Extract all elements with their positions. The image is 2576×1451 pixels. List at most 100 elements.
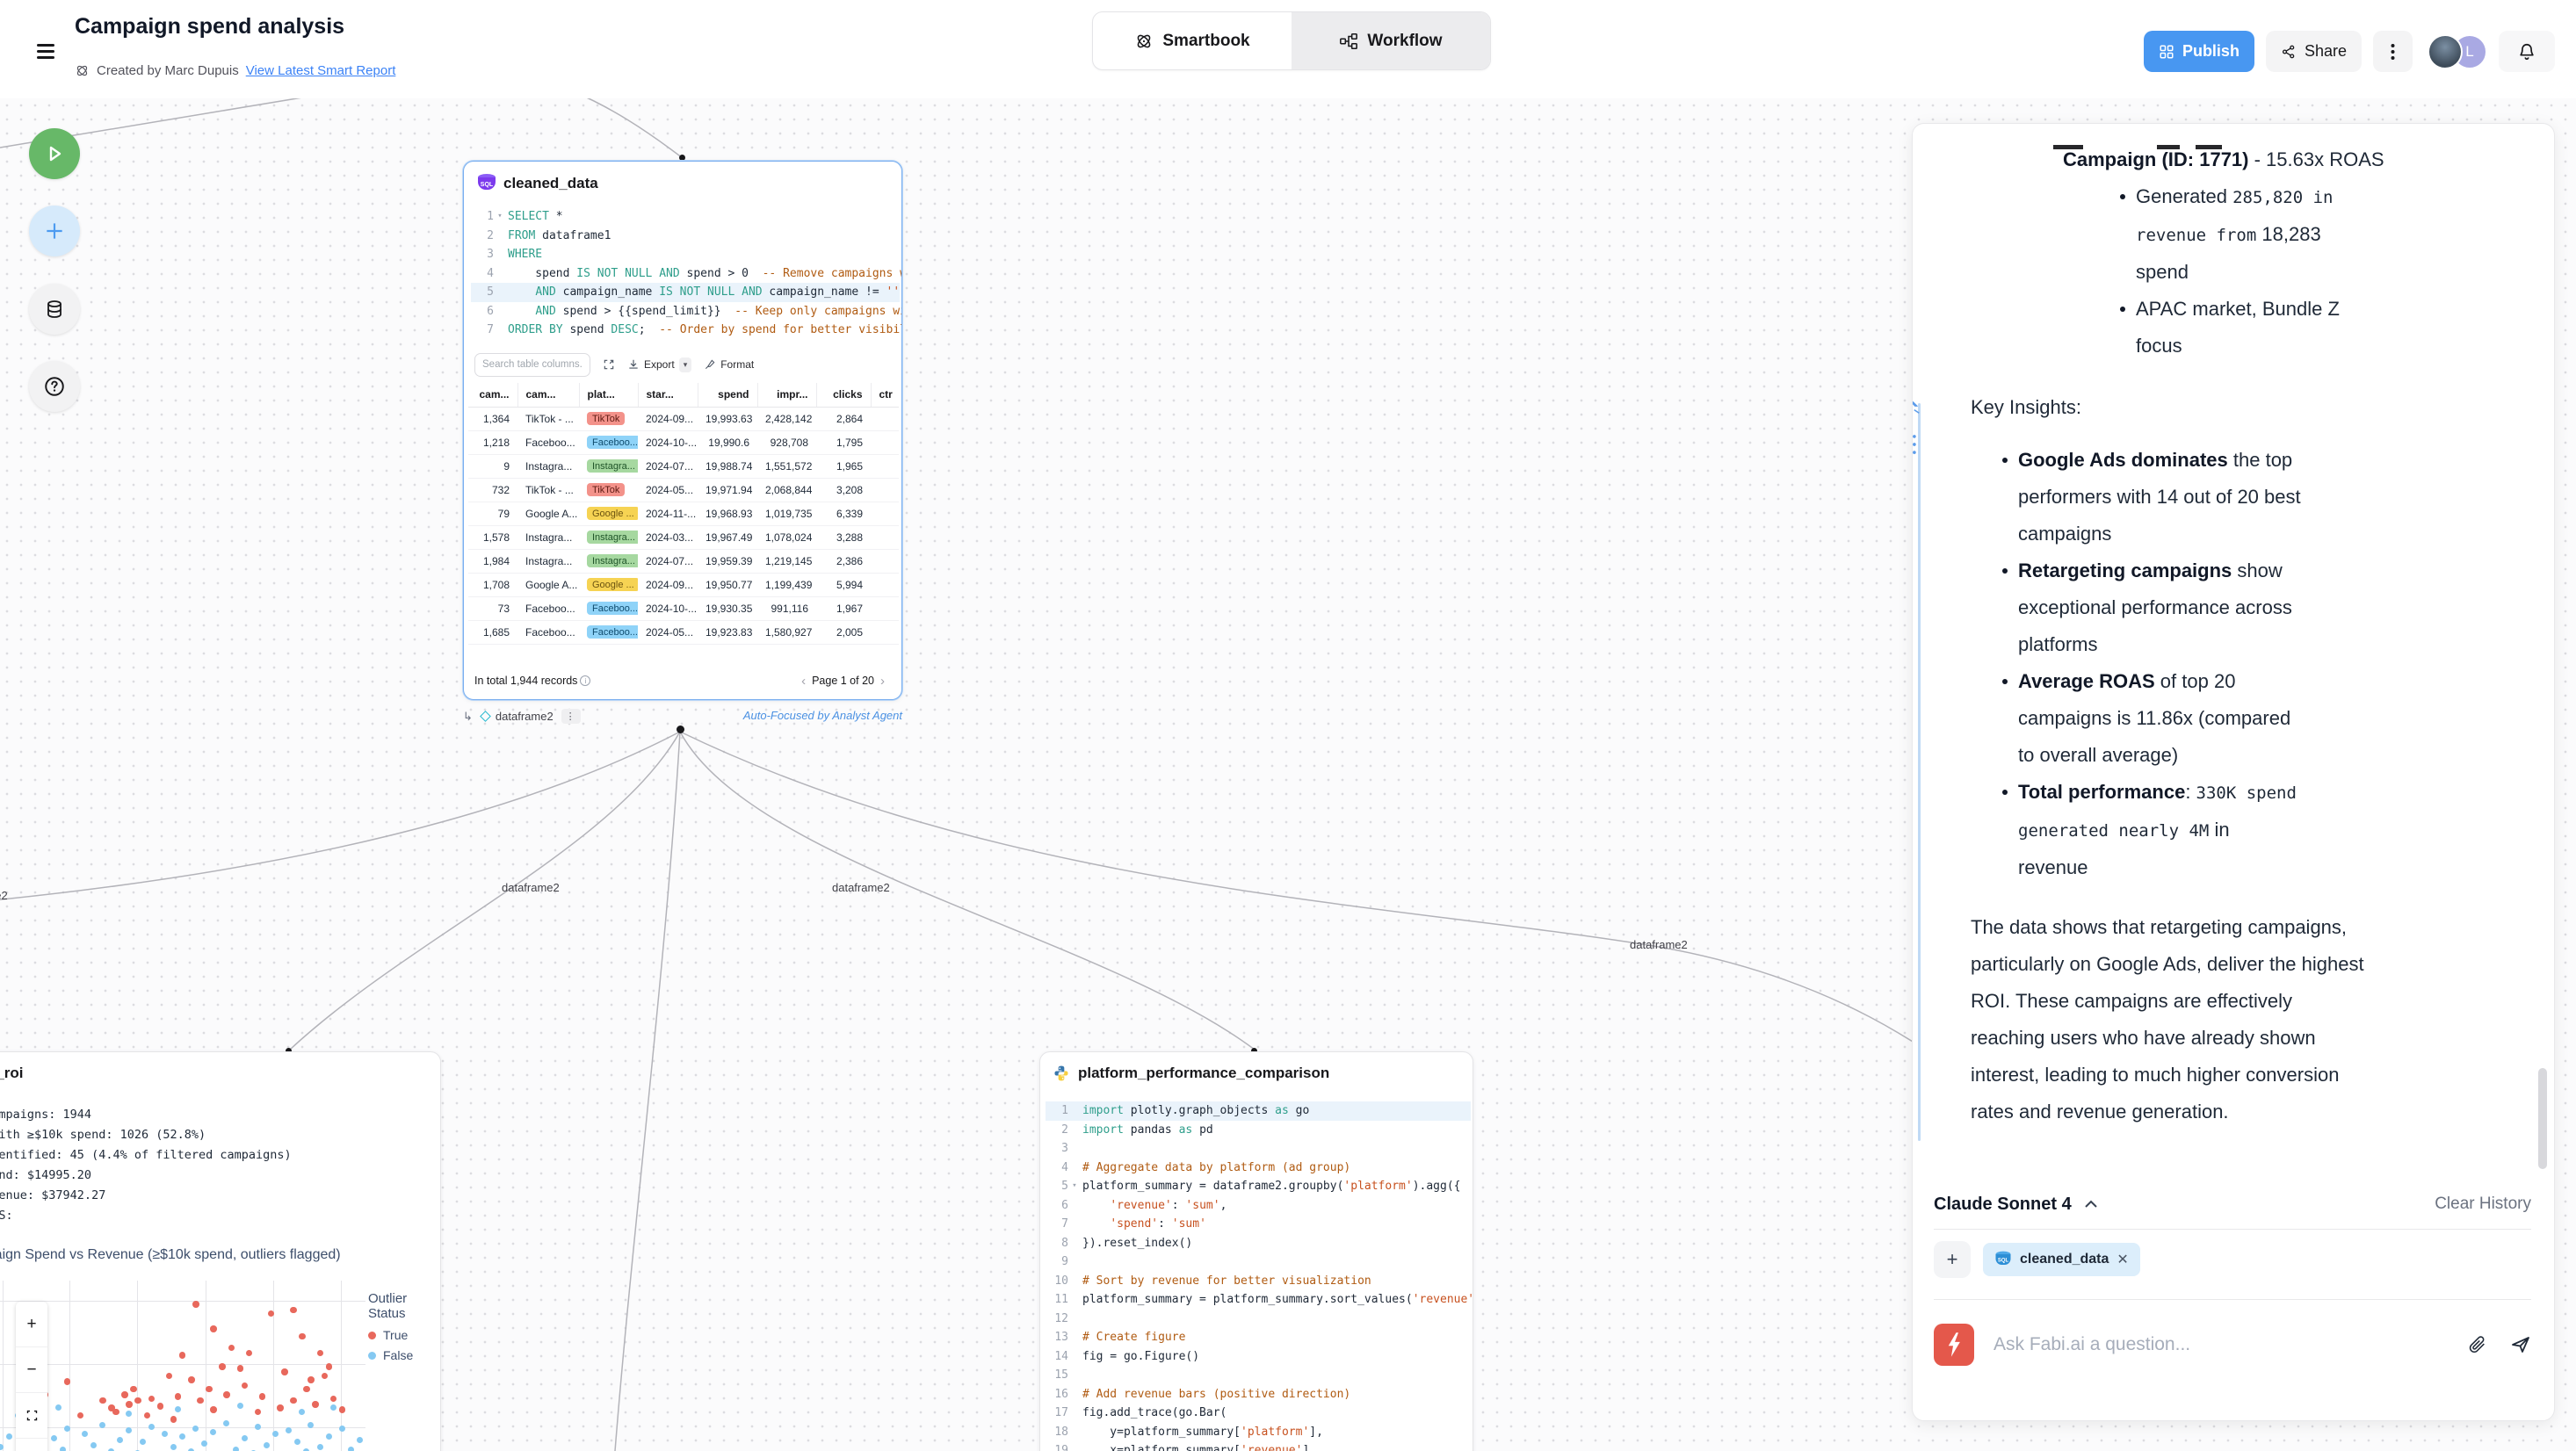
next-page-button[interactable]: › [874,674,891,689]
code-line[interactable]: 7 ORDER BY spend DESC; -- Order by spend… [471,321,900,340]
sql-node-cleaned-data[interactable]: SQL cleaned_data 1▾SELECT *2 FROM datafr… [463,161,902,700]
edge-label[interactable]: dataframe2 [1630,938,1688,951]
share-button[interactable]: Share [2266,31,2362,72]
legend-false-label[interactable]: False [383,1348,413,1362]
code-line[interactable]: 6 AND spend > {{spend_limit}} -- Keep on… [471,302,900,321]
code-line[interactable]: 13 # Create figure [1046,1328,1471,1347]
run-button[interactable] [29,128,80,179]
table-row[interactable]: 1,364TikTok - ...TikTok2024-09...19,993.… [468,407,899,430]
table-row[interactable]: 1,984Instagra...Instagra...2024-07...19,… [468,549,899,573]
tab-workflow[interactable]: Workflow [1292,12,1490,69]
menu-button[interactable] [37,44,54,62]
code-line[interactable]: 8 }).reset_index() [1046,1234,1471,1253]
code-line[interactable]: 2 FROM dataframe1 [471,227,900,246]
node-output-handle[interactable] [677,726,684,733]
clear-history-button[interactable]: Clear History [2435,1195,2531,1214]
code-line[interactable]: 1▾SELECT * [471,207,900,227]
code-line[interactable]: 6 'revenue': 'sum', [1046,1196,1471,1216]
drag-handle-icon[interactable] [1912,433,1918,456]
table-row[interactable]: 1,708Google A...Google ...2024-09...19,9… [468,573,899,596]
info-icon[interactable]: i [580,675,590,686]
zoom-in-button[interactable]: + [16,1302,47,1347]
code-line[interactable]: 1 import plotly.graph_objects as go [1046,1101,1471,1121]
tab-smartbook[interactable]: Smartbook [1093,12,1292,69]
code-line[interactable]: 2 import pandas as pd [1046,1121,1471,1140]
avatar-photo[interactable] [2428,34,2463,69]
code-line[interactable]: 7 'spend': 'sum' [1046,1215,1471,1234]
send-icon[interactable] [2510,1334,2531,1355]
code-line[interactable]: 15 [1046,1366,1471,1385]
dataframe-ref-menu[interactable]: ⋮ [561,709,581,724]
column-header[interactable]: star... [638,383,698,407]
table-row[interactable]: 1,578Instagra...Instagra...2024-03...19,… [468,525,899,549]
edge-label[interactable]: dataframe2 [0,889,8,902]
dataframe-ref-label[interactable]: dataframe2 [496,710,554,723]
code-line[interactable]: 19 x=platform_summary['revenue'], [1046,1441,1471,1451]
fit-view-button[interactable] [16,1393,47,1439]
panel-scrollbar[interactable] [2538,1068,2547,1169]
roi-scatter-plot[interactable]: Outlier Status True False [0,1281,441,1451]
add-context-button[interactable]: + [1934,1241,1971,1278]
code-line[interactable]: 5 AND campaign_name IS NOT NULL AND camp… [471,283,900,302]
python-node-platform-performance[interactable]: platform_performance_comparison 1 import… [1039,1051,1473,1451]
sql-code-editor[interactable]: 1▾SELECT *2 FROM dataframe13 WHERE4 spen… [471,207,900,340]
data-sources-button[interactable] [29,284,80,335]
export-button[interactable]: Export ▾ [627,357,691,372]
table-row[interactable]: 732TikTok - ...TikTok2024-05...19,971.94… [468,478,899,502]
code-line[interactable]: 10 # Sort by revenue for better visualiz… [1046,1272,1471,1291]
help-button[interactable] [29,361,80,412]
code-line[interactable]: 12 [1046,1310,1471,1329]
prev-page-button[interactable]: ‹ [795,674,812,689]
table-row[interactable]: 73Faceboo...Faceboo...2024-10-...19,930.… [468,596,899,620]
model-selector[interactable]: Claude Sonnet 4 [1934,1195,2098,1215]
export-options-chevron[interactable]: ▾ [679,357,692,372]
view-latest-smart-report-link[interactable]: View Latest Smart Report [246,63,396,78]
edge-label[interactable]: dataframe2 [832,881,890,894]
code-line[interactable]: 9 [1046,1252,1471,1272]
column-header[interactable]: cam... [517,383,579,407]
results-table[interactable]: cam...cam...plat...star...spendimpr...cl… [468,383,899,645]
code-line[interactable]: 3 [1046,1139,1471,1159]
expand-table-icon[interactable] [603,358,615,371]
table-row[interactable]: 1,685Faceboo...Faceboo...2024-05...19,92… [468,620,899,644]
column-header[interactable]: plat... [579,383,638,407]
more-options-button[interactable] [2373,31,2413,72]
publish-button[interactable]: Publish [2144,31,2254,72]
ask-question-input[interactable] [1994,1334,2449,1355]
lock-button[interactable] [16,1439,47,1451]
code-line[interactable]: 5▾platform_summary = dataframe2.groupby(… [1046,1177,1471,1196]
assistant-message: Campaign (ID: 1771) - 15.63x ROAS Genera… [1971,141,2445,1130]
table-row[interactable]: 9Instagra...Instagra...2024-07...19,988.… [468,454,899,478]
search-table-columns-input[interactable] [474,353,590,377]
code-line[interactable]: 11 platform_summary = platform_summary.s… [1046,1290,1471,1310]
column-header[interactable]: impr... [757,383,816,407]
node-input-handle[interactable] [679,155,685,161]
notifications-button[interactable] [2499,31,2555,72]
column-header[interactable]: clicks [816,383,871,407]
code-line[interactable]: 4 # Aggregate data by platform (ad group… [1046,1159,1471,1178]
roi-node-campaign-roi[interactable]: campaign_roi Filtered campaigns: 1944Cam… [0,1051,441,1451]
python-code-editor[interactable]: 1 import plotly.graph_objects as go2 imp… [1046,1101,1471,1451]
format-button[interactable]: Format [704,358,754,371]
code-line[interactable]: 18 y=platform_summary['platform'], [1046,1423,1471,1442]
legend-true-label[interactable]: True [383,1328,408,1342]
code-line[interactable]: 14 fig = go.Figure() [1046,1347,1471,1367]
remove-chip-icon[interactable]: ✕ [2117,1251,2128,1268]
attachment-icon[interactable] [2468,1334,2487,1355]
code-line[interactable]: 17 fig.add_trace(go.Bar( [1046,1404,1471,1423]
canvas-controls[interactable]: + − [16,1302,47,1451]
zoom-out-button[interactable]: − [16,1347,47,1393]
table-row[interactable]: 79Google A...Google ...2024-11-...19,968… [468,502,899,525]
column-header[interactable]: ctr [871,383,899,407]
edge-label[interactable]: dataframe2 [502,881,560,894]
pin-section-icon[interactable] [1912,396,1921,415]
column-header[interactable]: cam... [468,383,517,407]
column-header[interactable]: spend [698,383,757,407]
code-line[interactable]: 16 # Add revenue bars (positive directio… [1046,1385,1471,1404]
chart-legend[interactable]: Outlier Status True False [368,1291,441,1368]
context-chip-cleaned-data[interactable]: SQL cleaned_data ✕ [1983,1243,2140,1276]
code-line[interactable]: 3 WHERE [471,245,900,264]
code-line[interactable]: 4 spend IS NOT NULL AND spend > 0 -- Rem… [471,264,900,284]
table-row[interactable]: 1,218Faceboo...Faceboo...2024-10-...19,9… [468,430,899,454]
add-node-button[interactable] [29,206,80,256]
